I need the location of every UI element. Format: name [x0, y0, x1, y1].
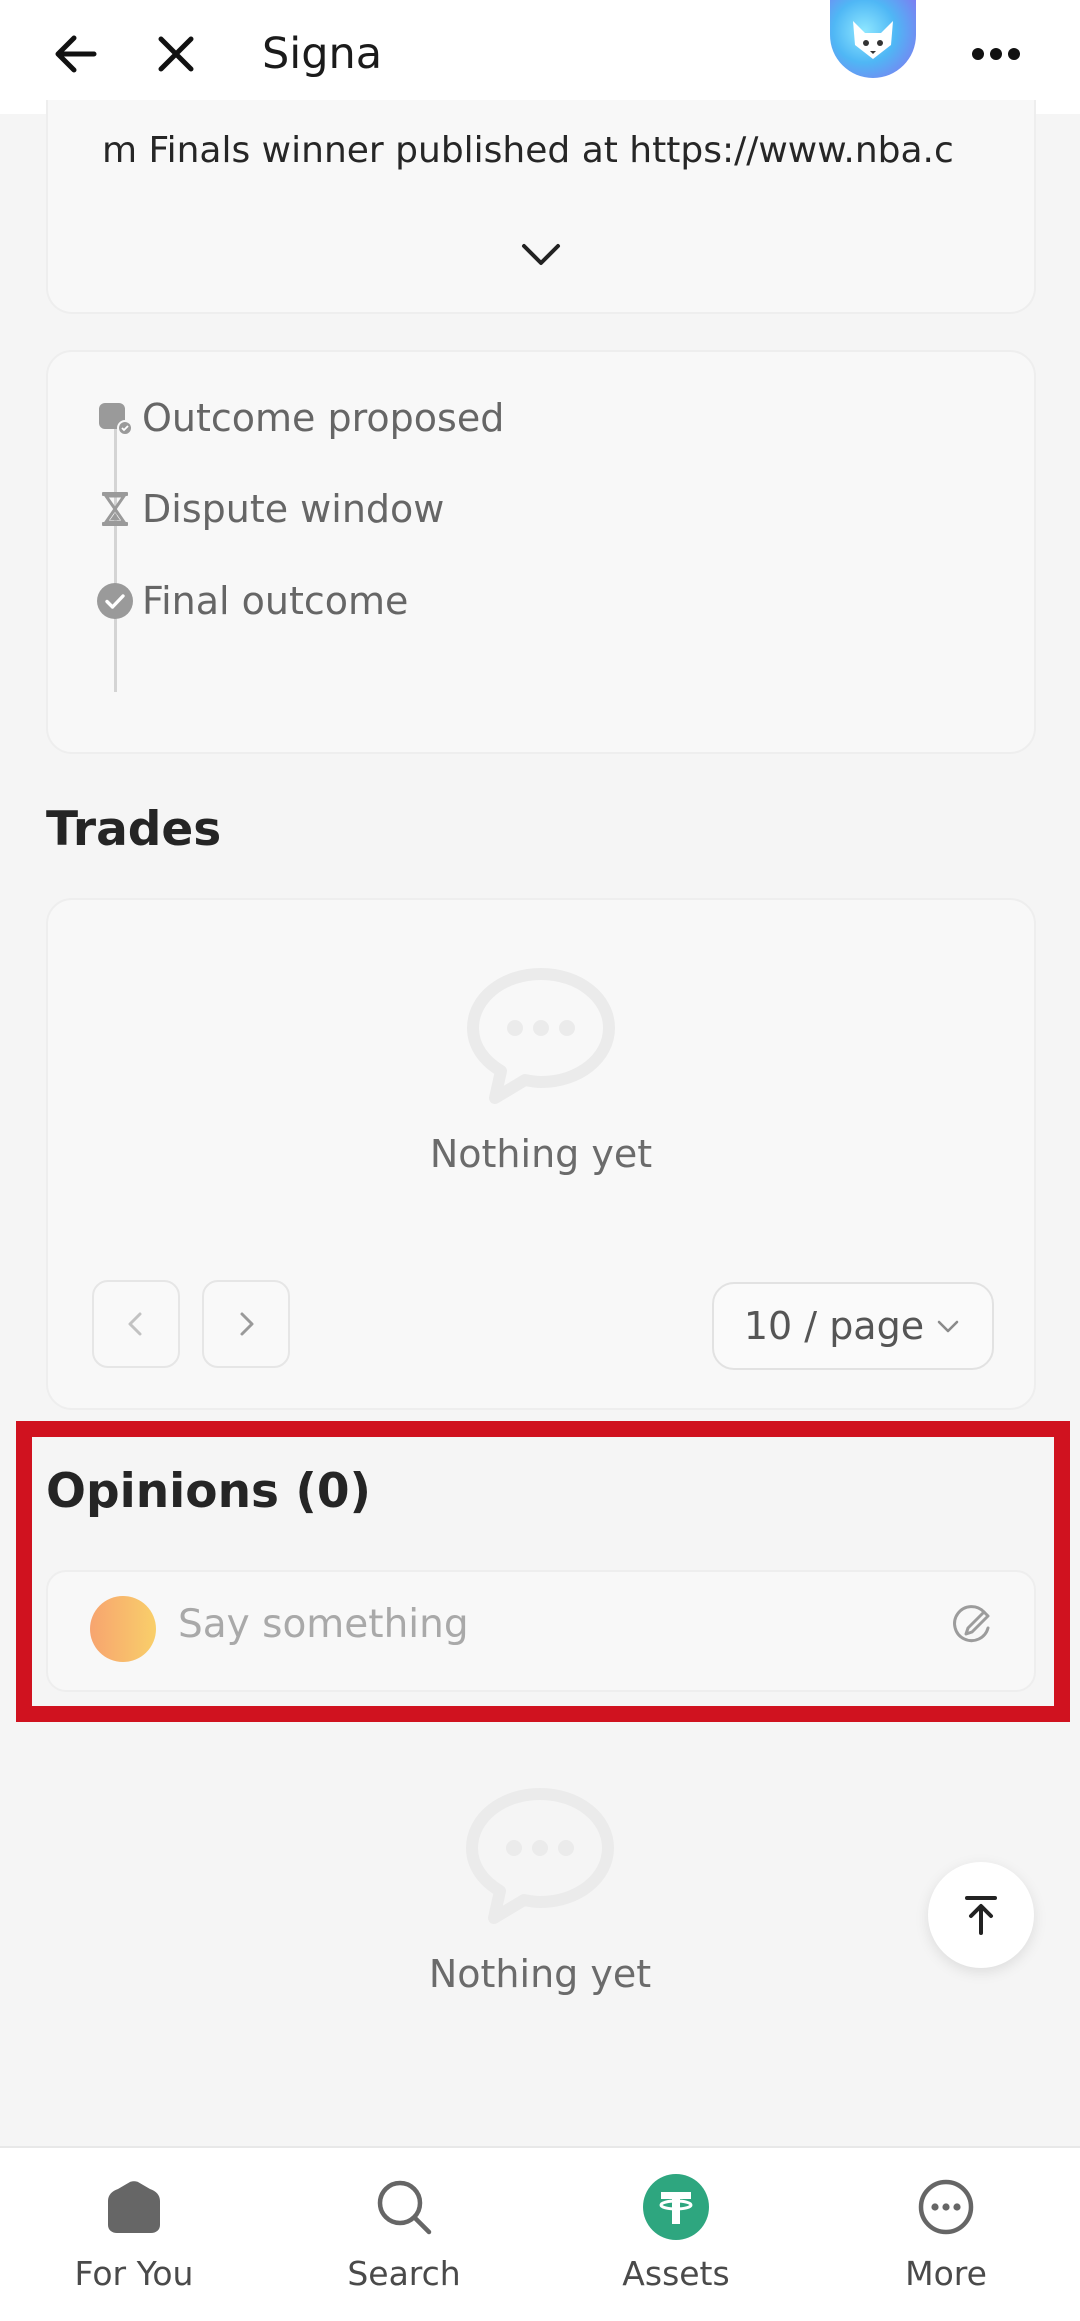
- description-card: m Finals winner published at https://www…: [46, 100, 1036, 314]
- timeline-label: Outcome proposed: [142, 396, 505, 440]
- nav-label: Assets: [622, 2254, 730, 2293]
- next-page-button[interactable]: [202, 1280, 290, 1368]
- fox-avatar-icon[interactable]: [830, 0, 916, 78]
- highlight-box: [16, 1421, 1070, 1722]
- tether-icon: [641, 2172, 711, 2242]
- timeline-label: Dispute window: [142, 487, 445, 531]
- nav-item-assets[interactable]: Assets: [576, 2172, 776, 2312]
- resolution-timeline: Outcome proposed Dispute window Final ou…: [46, 350, 1036, 754]
- app-screen: Signa m Finals winner published at https…: [0, 0, 1080, 2321]
- timeline-connector: [114, 422, 117, 692]
- timeline-step: Outcome proposed: [94, 388, 504, 448]
- search-icon: [369, 2172, 439, 2242]
- more-dots-icon[interactable]: [956, 14, 1036, 94]
- opinions-empty-state: Nothing yet: [0, 1786, 1080, 1996]
- proposal-icon: [94, 397, 136, 439]
- nav-label: More: [905, 2254, 987, 2293]
- chevron-right-icon: [240, 1312, 254, 1336]
- page-title: Signa: [262, 29, 383, 79]
- nav-item-more[interactable]: More: [846, 2172, 1046, 2312]
- home-icon: [99, 2172, 169, 2242]
- page-size-select[interactable]: 10 / page: [712, 1282, 994, 1370]
- top-bar: Signa: [0, 0, 1080, 114]
- chevron-down-icon[interactable]: [516, 230, 566, 280]
- bottom-nav: For You Search Assets More: [0, 2146, 1080, 2321]
- scroll-to-top-button[interactable]: [928, 1862, 1034, 1968]
- trades-card: Nothing yet 10 / page: [46, 898, 1036, 1410]
- timeline-label: Final outcome: [142, 579, 409, 623]
- arrow-left-icon[interactable]: [36, 14, 116, 94]
- opinions-empty-text: Nothing yet: [428, 1952, 652, 1996]
- chevron-left-icon: [128, 1312, 142, 1336]
- description-text: m Finals winner published at https://www…: [102, 130, 954, 171]
- page-size-value: 10 / page: [743, 1304, 925, 1348]
- arrow-up-to-top-icon: [965, 1896, 997, 1935]
- check-circle-icon: [94, 580, 136, 622]
- prev-page-button[interactable]: [92, 1280, 180, 1368]
- speech-bubble-icon: [467, 968, 615, 1104]
- trades-empty-text: Nothing yet: [429, 1132, 653, 1176]
- close-icon[interactable]: [136, 14, 216, 94]
- more-circle-icon: [911, 2172, 981, 2242]
- chevron-down-icon: [937, 1320, 959, 1333]
- trades-title: Trades: [46, 802, 222, 857]
- timeline-step: Final outcome: [94, 571, 408, 631]
- timeline-step: Dispute window: [94, 479, 444, 539]
- trades-empty-state: Nothing yet: [48, 966, 1034, 1176]
- nav-item-search[interactable]: Search: [304, 2172, 504, 2312]
- speech-bubble-icon: [466, 1788, 614, 1924]
- nav-label: Search: [347, 2254, 461, 2293]
- nav-label: For You: [74, 2254, 194, 2293]
- hourglass-icon: [94, 488, 136, 530]
- nav-item-for-you[interactable]: For You: [34, 2172, 234, 2312]
